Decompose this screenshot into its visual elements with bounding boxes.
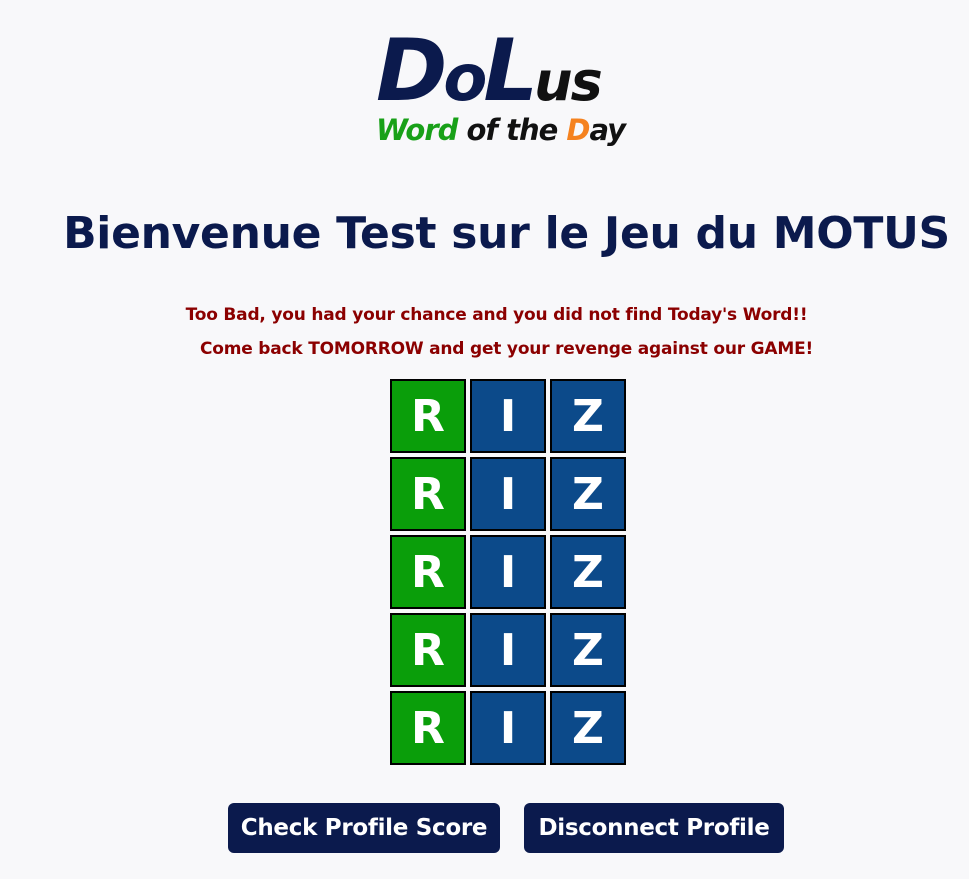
letter-tile: Z	[550, 379, 626, 453]
letter-tile: I	[470, 457, 546, 531]
welcome-heading: Bienvenue Test sur le Jeu du MOTUS	[63, 208, 950, 259]
game-over-message: Too Bad, you had your chance and you did…	[185, 305, 808, 325]
come-back-message: Come back TOMORROW and get your revenge …	[199, 339, 814, 359]
letter-tile: R	[390, 457, 466, 531]
letter-tile: I	[470, 535, 546, 609]
logo-subtitle: Word of the Day	[376, 113, 626, 147]
guess-row: R I Z	[390, 691, 630, 765]
letter-tile: R	[390, 691, 466, 765]
letter-tile: Z	[550, 691, 626, 765]
check-profile-score-button[interactable]: Check Profile Score	[228, 803, 500, 853]
letter-tile: I	[470, 379, 546, 453]
guess-row: R I Z	[390, 379, 630, 453]
word-grid: R I Z R I Z R I Z R I Z R I Z	[390, 379, 630, 769]
letter-tile: R	[390, 535, 466, 609]
guess-row: R I Z	[390, 457, 630, 531]
letter-tile: Z	[550, 613, 626, 687]
dolus-logo: DoLus Word of the Day	[372, 28, 642, 158]
letter-tile: I	[470, 613, 546, 687]
letter-tile: R	[390, 379, 466, 453]
letter-tile: Z	[550, 457, 626, 531]
logo-title: DoLus	[376, 21, 603, 121]
letter-tile: I	[470, 691, 546, 765]
letter-tile: Z	[550, 535, 626, 609]
guess-row: R I Z	[390, 613, 630, 687]
disconnect-profile-button[interactable]: Disconnect Profile	[524, 803, 784, 853]
letter-tile: R	[390, 613, 466, 687]
guess-row: R I Z	[390, 535, 630, 609]
